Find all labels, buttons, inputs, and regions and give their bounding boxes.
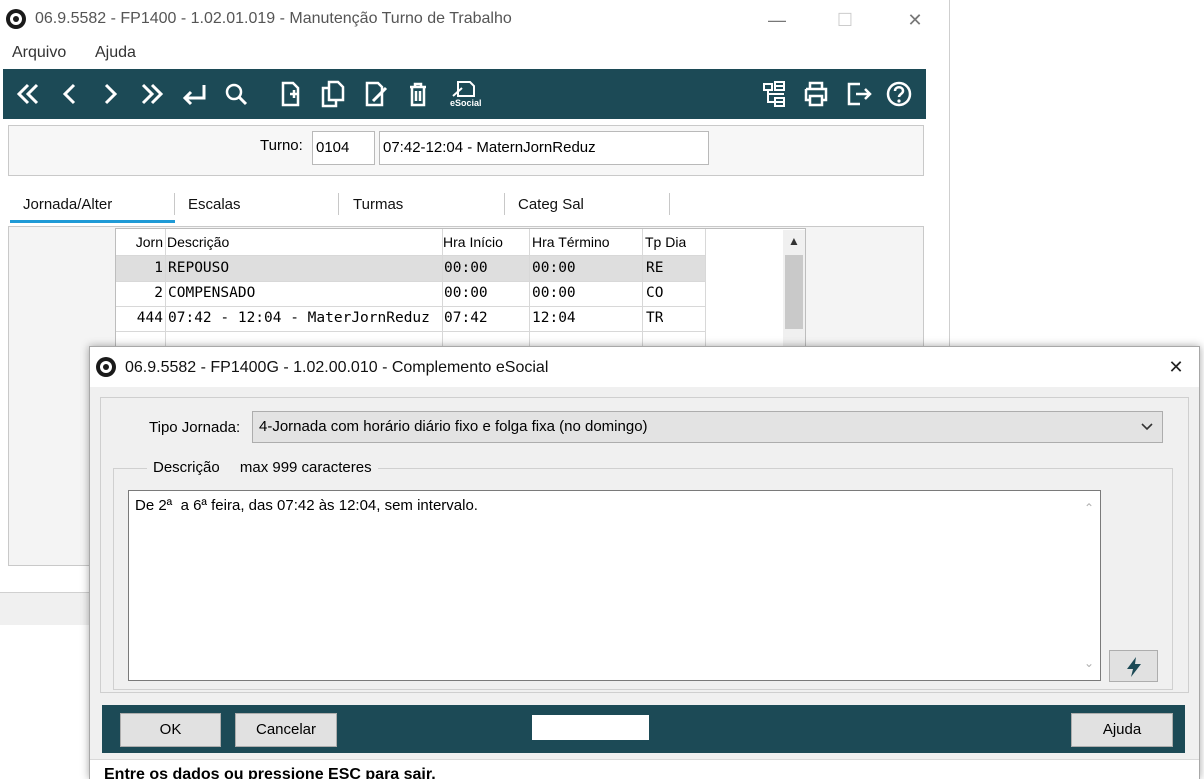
- tab-jornada-alter[interactable]: Jornada/Alter: [23, 196, 112, 213]
- next-record-icon[interactable]: [95, 78, 125, 110]
- descricao-text: De 2ª a 6ª feira, das 07:42 às 12:04, se…: [135, 497, 478, 514]
- cancel-button[interactable]: Cancelar: [235, 713, 337, 747]
- grid-scrollbar[interactable]: ▲: [783, 230, 805, 350]
- tree-icon[interactable]: [759, 78, 789, 110]
- menu-arquivo[interactable]: Arquivo: [12, 44, 66, 62]
- complemento-esocial-dialog: 06.9.5582 - FP1400G - 1.02.00.010 - Comp…: [89, 346, 1200, 779]
- tipo-jornada-select[interactable]: 4-Jornada com horário diário fixo e folg…: [252, 411, 1163, 443]
- table-cell[interactable]: 07:42: [444, 306, 488, 331]
- first-record-icon[interactable]: [13, 78, 43, 110]
- tab-turmas[interactable]: Turmas: [353, 196, 403, 213]
- copy-record-icon[interactable]: [318, 78, 348, 110]
- active-tab-indicator: [10, 220, 175, 223]
- table-cell[interactable]: COMPENSADO: [168, 281, 442, 306]
- maximize-icon[interactable]: ☐: [825, 5, 865, 35]
- descricao-legend: Descrição max 999 caracteres: [147, 459, 378, 476]
- minimize-icon[interactable]: —: [757, 5, 797, 35]
- scrollbar-thumb[interactable]: [785, 255, 803, 329]
- new-record-icon[interactable]: [275, 78, 305, 110]
- descricao-label: Descrição: [153, 459, 220, 476]
- table-cell[interactable]: 1: [118, 256, 163, 281]
- tab-separator: [174, 193, 175, 215]
- last-record-icon[interactable]: [137, 78, 167, 110]
- help-icon[interactable]: [884, 78, 914, 110]
- window-title: 06.9.5582 - FP1400 - 1.02.01.019 - Manut…: [35, 10, 512, 27]
- column-header-hra-inicio[interactable]: Hra Início: [443, 230, 503, 255]
- column-header-jorn[interactable]: Jorn: [118, 230, 163, 255]
- table-cell[interactable]: CO: [646, 281, 663, 306]
- tab-separator: [338, 193, 339, 215]
- table-cell[interactable]: TR: [646, 306, 663, 331]
- ok-button[interactable]: OK: [120, 713, 221, 747]
- tipo-jornada-value: 4-Jornada com horário diário fixo e folg…: [259, 418, 648, 435]
- descricao-textarea[interactable]: De 2ª a 6ª feira, das 07:42 às 12:04, se…: [128, 490, 1101, 681]
- table-cell[interactable]: 444: [118, 306, 163, 331]
- dialog-title: 06.9.5582 - FP1400G - 1.02.00.010 - Comp…: [125, 359, 549, 376]
- table-cell[interactable]: 00:00: [532, 281, 576, 306]
- esocial-icon[interactable]: eSocial: [448, 78, 484, 110]
- close-icon[interactable]: ✕: [895, 5, 935, 35]
- table-cell[interactable]: 00:00: [444, 256, 488, 281]
- tipo-jornada-label: Tipo Jornada:: [149, 419, 241, 436]
- column-header-hra-termino[interactable]: Hra Término: [532, 230, 610, 255]
- tab-escalas[interactable]: Escalas: [188, 196, 241, 213]
- app-logo-icon: [6, 9, 26, 29]
- table-cell[interactable]: 07:42 - 12:04 - MaterJornReduz: [168, 306, 442, 331]
- app-logo-icon: [96, 357, 116, 377]
- column-header-descricao[interactable]: Descrição: [167, 230, 229, 255]
- turno-label: Turno:: [260, 137, 303, 154]
- edit-record-icon[interactable]: [361, 78, 391, 110]
- turno-code-field[interactable]: 0104: [312, 131, 375, 165]
- scroll-up-icon[interactable]: ⌃: [1084, 501, 1094, 515]
- esocial-label: eSocial: [450, 98, 482, 108]
- previous-record-icon[interactable]: [55, 78, 85, 110]
- tab-separator: [504, 193, 505, 215]
- chevron-down-icon: [1140, 412, 1154, 453]
- table-cell[interactable]: 12:04: [532, 306, 576, 331]
- scroll-down-icon[interactable]: ⌄: [1084, 656, 1094, 670]
- turno-description-field[interactable]: 07:42-12:04 - MaternJornReduz: [379, 131, 709, 165]
- table-cell[interactable]: RE: [646, 256, 663, 281]
- blank-field: [532, 715, 649, 740]
- table-cell[interactable]: 00:00: [444, 281, 488, 306]
- table-cell[interactable]: 2: [118, 281, 163, 306]
- toolbar: eSocial: [3, 69, 926, 119]
- search-icon[interactable]: [221, 78, 251, 110]
- table-cell[interactable]: 00:00: [532, 256, 576, 281]
- exit-icon[interactable]: [843, 78, 873, 110]
- dialog-titlebar: 06.9.5582 - FP1400G - 1.02.00.010 - Comp…: [90, 347, 1199, 387]
- dialog-statusbar: Entre os dados ou pressione ESC para sai…: [90, 759, 1199, 779]
- delete-record-icon[interactable]: [403, 78, 433, 110]
- dialog-button-bar: OK Cancelar Ajuda: [102, 705, 1185, 753]
- column-header-tp-dia[interactable]: Tp Dia: [645, 230, 686, 255]
- return-icon[interactable]: [179, 78, 209, 110]
- help-button[interactable]: Ajuda: [1071, 713, 1173, 747]
- lightning-icon: [1127, 657, 1141, 677]
- menu-ajuda[interactable]: Ajuda: [95, 44, 136, 62]
- jornada-grid: Jorn Descrição Hra Início Hra Término Tp…: [115, 228, 806, 351]
- tab-categ-sal[interactable]: Categ Sal: [518, 196, 584, 213]
- close-icon[interactable]: ✕: [1156, 352, 1196, 382]
- print-icon[interactable]: [801, 78, 831, 110]
- scroll-up-icon[interactable]: ▲: [788, 234, 800, 248]
- tab-separator: [669, 193, 670, 215]
- descricao-hint: max 999 caracteres: [239, 459, 372, 476]
- flash-button[interactable]: [1109, 650, 1158, 682]
- table-cell[interactable]: REPOUSO: [168, 256, 442, 281]
